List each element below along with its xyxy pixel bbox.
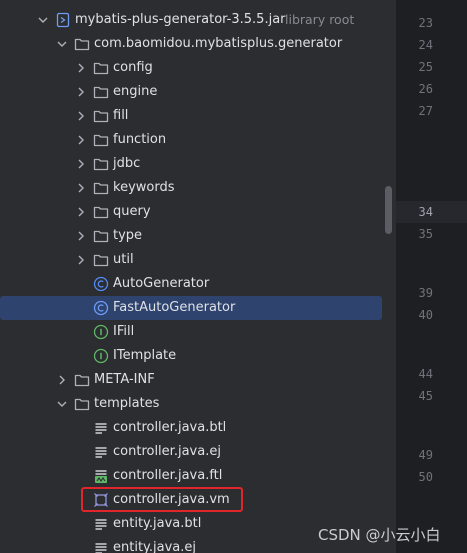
folder-icon [74,374,90,387]
chevron-right-icon[interactable] [74,253,88,267]
library-root-label: library root [285,12,355,27]
line-number: 27 [418,104,433,118]
line-number: 50 [418,470,433,484]
red-highlight-box [81,487,243,512]
line-number: 26 [418,82,433,96]
chevron-right-icon[interactable] [74,181,88,195]
chevron-right-icon[interactable] [74,157,88,171]
text-file-icon [95,519,107,530]
chevron-right-icon[interactable] [74,133,88,147]
folder-label: engine [113,84,158,99]
line-number: 39 [418,286,433,300]
tree-row-folder[interactable]: config [0,56,393,80]
folder-label: type [113,228,143,243]
freemarker-file-icon [95,470,107,483]
file-label: controller.java.btl [113,420,227,435]
folder-icon [93,62,109,75]
tree-row-templates[interactable]: templates [0,392,393,416]
text-file-icon [95,447,107,458]
tree-row-file[interactable]: controller.java.btl [0,416,393,440]
csdn-watermark: CSDN @小云小白 [318,526,441,544]
tree-row-file[interactable]: controller.java.ftl [0,464,393,488]
class-icon [93,300,109,316]
interface-label: ITemplate [113,348,177,363]
line-number: 24 [418,38,433,52]
tree-row-package[interactable]: com.baomidou.mybatisplus.generator [0,32,393,56]
file-label: controller.java.ftl [113,468,223,483]
line-number: 49 [418,448,433,462]
tree-row-folder[interactable]: fill [0,104,393,128]
tree-row-class-selected[interactable]: FastAutoGenerator [0,296,393,320]
chevron-right-icon[interactable] [74,85,88,99]
file-label: entity.java.btl [113,516,202,531]
line-number: 23 [418,16,433,30]
folder-icon [93,182,109,195]
chevron-down-icon[interactable] [36,13,50,27]
folder-label: fill [113,108,129,123]
folder-icon [93,86,109,99]
chevron-right-icon[interactable] [74,229,88,243]
folder-label: templates [94,396,160,411]
tree-row-interface[interactable]: IFill [0,320,393,344]
tree-scrollbar[interactable] [385,186,392,234]
line-number-current: 34 [418,205,433,219]
tree-row-folder[interactable]: keywords [0,176,393,200]
folder-icon [93,206,109,219]
folder-label: query [113,204,151,219]
tree-row-class[interactable]: AutoGenerator [0,272,393,296]
interface-label: IFill [113,324,135,339]
folder-label: config [113,60,153,75]
folder-icon [93,230,109,243]
package-folder-icon [74,38,90,51]
folder-icon [93,110,109,123]
tree-row-folder[interactable]: function [0,128,393,152]
editor-gutter: 23 24 25 26 27 34 35 39 40 44 45 49 50 [393,0,467,553]
folder-icon [93,254,109,267]
text-file-icon [95,423,107,434]
folder-icon [93,158,109,171]
tree-row-folder[interactable]: engine [0,80,393,104]
folder-label: jdbc [113,156,141,171]
class-icon [93,276,109,292]
tree-row-folder[interactable]: jdbc [0,152,393,176]
tree-row-meta-inf[interactable]: META-INF [0,368,393,392]
tree-row-file[interactable]: controller.java.ej [0,440,393,464]
tree-row-folder[interactable]: query [0,200,393,224]
chevron-right-icon[interactable] [74,205,88,219]
chevron-right-icon[interactable] [74,109,88,123]
line-number: 25 [418,60,433,74]
tree-row-folder[interactable]: type [0,224,393,248]
chevron-down-icon[interactable] [55,37,69,51]
folder-label: keywords [113,180,175,195]
folder-label: META-INF [94,372,155,387]
tree-row-folder[interactable]: util [0,248,393,272]
class-label: AutoGenerator [113,276,210,291]
interface-icon [93,348,109,364]
jar-library-icon [56,12,70,28]
line-number: 40 [418,308,433,322]
folder-icon [93,134,109,147]
file-label: controller.java.ej [113,444,221,459]
chevron-right-icon[interactable] [74,61,88,75]
tree-row-interface[interactable]: ITemplate [0,344,393,368]
tree-row-jar[interactable]: mybatis-plus-generator-3.5.5.jar library… [0,8,393,32]
interface-icon [93,324,109,340]
class-label: FastAutoGenerator [113,300,236,315]
folder-label: function [113,132,167,147]
line-number: 35 [418,227,433,241]
project-tree-panel: mybatis-plus-generator-3.5.5.jar library… [0,0,393,553]
chevron-right-icon[interactable] [55,373,69,387]
file-label: entity.java.ej [113,540,196,553]
jar-label: mybatis-plus-generator-3.5.5.jar [75,12,286,27]
line-number: 45 [418,389,433,403]
folder-icon [74,398,90,411]
package-label: com.baomidou.mybatisplus.generator [94,36,343,51]
text-file-icon [95,543,107,553]
folder-label: util [113,252,134,267]
line-number: 44 [418,367,433,381]
chevron-down-icon[interactable] [55,397,69,411]
